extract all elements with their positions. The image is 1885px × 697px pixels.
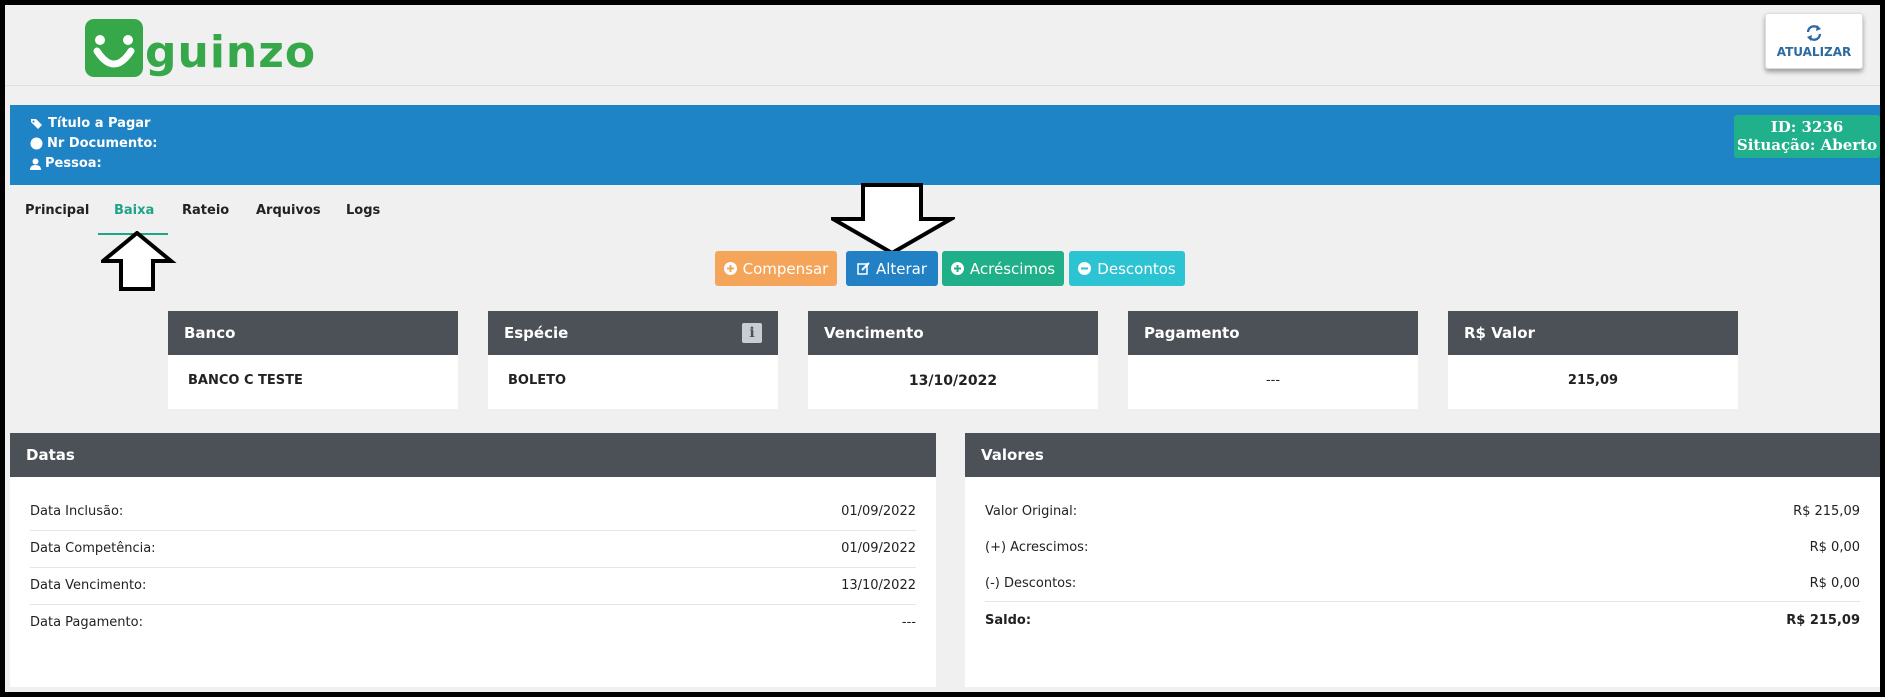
alterar-button[interactable]: Alterar [846, 251, 938, 286]
card-especie-value: BOLETO [508, 373, 567, 388]
valores-panel: Valores Valor Original: R$ 215,09 (+) Ac… [965, 433, 1880, 687]
card-pagamento-value: --- [1265, 373, 1281, 388]
card-pagamento: Pagamento --- [1128, 311, 1418, 409]
card-vencimento: Vencimento 13/10/2022 [808, 311, 1098, 409]
info-icon[interactable]: i [742, 323, 762, 343]
compensar-label: Compensar [742, 259, 829, 278]
tags-icon [31, 118, 42, 129]
row-value: 13/10/2022 [841, 578, 916, 593]
tab-principal[interactable]: Principal [25, 203, 89, 218]
record-header-band: Título a Pagar Nr Documento: Pessoa: ID:… [10, 105, 1880, 185]
table-row: Data Inclusão: 01/09/2022 [30, 493, 916, 531]
refresh-button[interactable]: ATUALIZAR [1765, 13, 1863, 69]
row-label: Data Vencimento: [30, 578, 147, 593]
table-row: Data Pagamento: --- [30, 604, 916, 641]
acrescimos-button[interactable]: Acréscimos [942, 251, 1064, 286]
row-value: 01/09/2022 [841, 541, 916, 556]
doc-row: Nr Documento: [30, 136, 157, 151]
valores-panel-title: Valores [965, 433, 1880, 477]
row-label: Data Competência: [30, 541, 156, 556]
card-especie-header: Espécie i [488, 311, 778, 355]
record-status: Situação: Aberto [1736, 136, 1878, 154]
refresh-icon [1806, 25, 1822, 41]
card-vencimento-header: Vencimento [808, 311, 1098, 355]
card-pagamento-header: Pagamento [1128, 311, 1418, 355]
acrescimos-label: Acréscimos [969, 259, 1056, 278]
row-label: Valor Original: [985, 503, 1078, 519]
person-label: Pessoa: [45, 156, 102, 171]
table-row-total: Saldo: R$ 215,09 [985, 602, 1860, 638]
compensar-button[interactable]: Compensar [715, 251, 837, 286]
tab-arquivos[interactable]: Arquivos [256, 203, 321, 218]
card-valor-header: R$ Valor [1448, 311, 1738, 355]
title-label: Título a Pagar [48, 116, 151, 131]
table-row: Data Competência: 01/09/2022 [30, 530, 916, 568]
person-row: Pessoa: [30, 156, 102, 171]
doc-label: Nr Documento: [47, 136, 158, 151]
card-valor: R$ Valor 215,09 [1448, 311, 1738, 409]
card-banco-header: Banco [168, 311, 458, 355]
row-label: (-) Descontos: [985, 575, 1077, 591]
app-window: guinzo ATUALIZAR Título a Pagar Nr Docum… [5, 5, 1880, 692]
alterar-label: Alterar [875, 259, 928, 278]
title-row: Título a Pagar [30, 116, 150, 131]
minus-circle-icon [1078, 262, 1092, 275]
tab-rateio[interactable]: Rateio [182, 203, 229, 218]
datas-panel-title: Datas [10, 433, 936, 477]
row-label: (+) Acrescimos: [985, 539, 1089, 555]
row-value: R$ 0,00 [1809, 575, 1860, 591]
circle-icon [30, 137, 43, 150]
table-row: (+) Acrescimos: R$ 0,00 [985, 529, 1860, 565]
plus-circle-icon [950, 262, 964, 275]
descontos-label: Descontos [1097, 259, 1176, 278]
down-arrow-annotation-icon [831, 183, 955, 256]
table-row: Valor Original: R$ 215,09 [985, 493, 1860, 529]
row-value: R$ 215,09 [1786, 612, 1860, 628]
descontos-button[interactable]: Descontos [1069, 251, 1185, 286]
row-value: --- [901, 615, 916, 630]
row-value: R$ 215,09 [1793, 503, 1860, 519]
record-id: ID: 3236 [1770, 118, 1844, 136]
row-label: Data Inclusão: [30, 504, 124, 519]
row-label: Data Pagamento: [30, 615, 143, 630]
plus-circle-icon [723, 262, 737, 275]
row-label: Saldo: [985, 612, 1032, 628]
table-row: (-) Descontos: R$ 0,00 [985, 565, 1860, 602]
table-row: Data Vencimento: 13/10/2022 [30, 567, 916, 605]
edit-icon [857, 262, 870, 275]
datas-panel: Datas Data Inclusão: 01/09/2022 Data Com… [10, 433, 936, 687]
tab-logs[interactable]: Logs [346, 203, 380, 218]
card-banco-value: BANCO C TESTE [188, 373, 303, 388]
card-vencimento-value: 13/10/2022 [908, 373, 998, 389]
card-especie: Espécie i BOLETO [488, 311, 778, 409]
card-especie-header-label: Espécie [504, 324, 569, 342]
up-arrow-annotation-icon [101, 231, 177, 291]
brand-logo: guinzo [85, 13, 316, 77]
row-value: R$ 0,00 [1809, 539, 1860, 555]
card-banco: Banco BANCO C TESTE [168, 311, 458, 409]
refresh-label: ATUALIZAR [1776, 45, 1852, 59]
header-divider [5, 85, 1880, 86]
status-badge: ID: 3236 Situação: Aberto [1734, 115, 1880, 158]
logo-mark-icon [85, 19, 143, 77]
row-value: 01/09/2022 [841, 504, 916, 519]
user-icon [30, 158, 41, 170]
tab-baixa[interactable]: Baixa [114, 203, 154, 218]
card-valor-value: 215,09 [1567, 373, 1619, 388]
logo-text: guinzo [145, 27, 317, 78]
